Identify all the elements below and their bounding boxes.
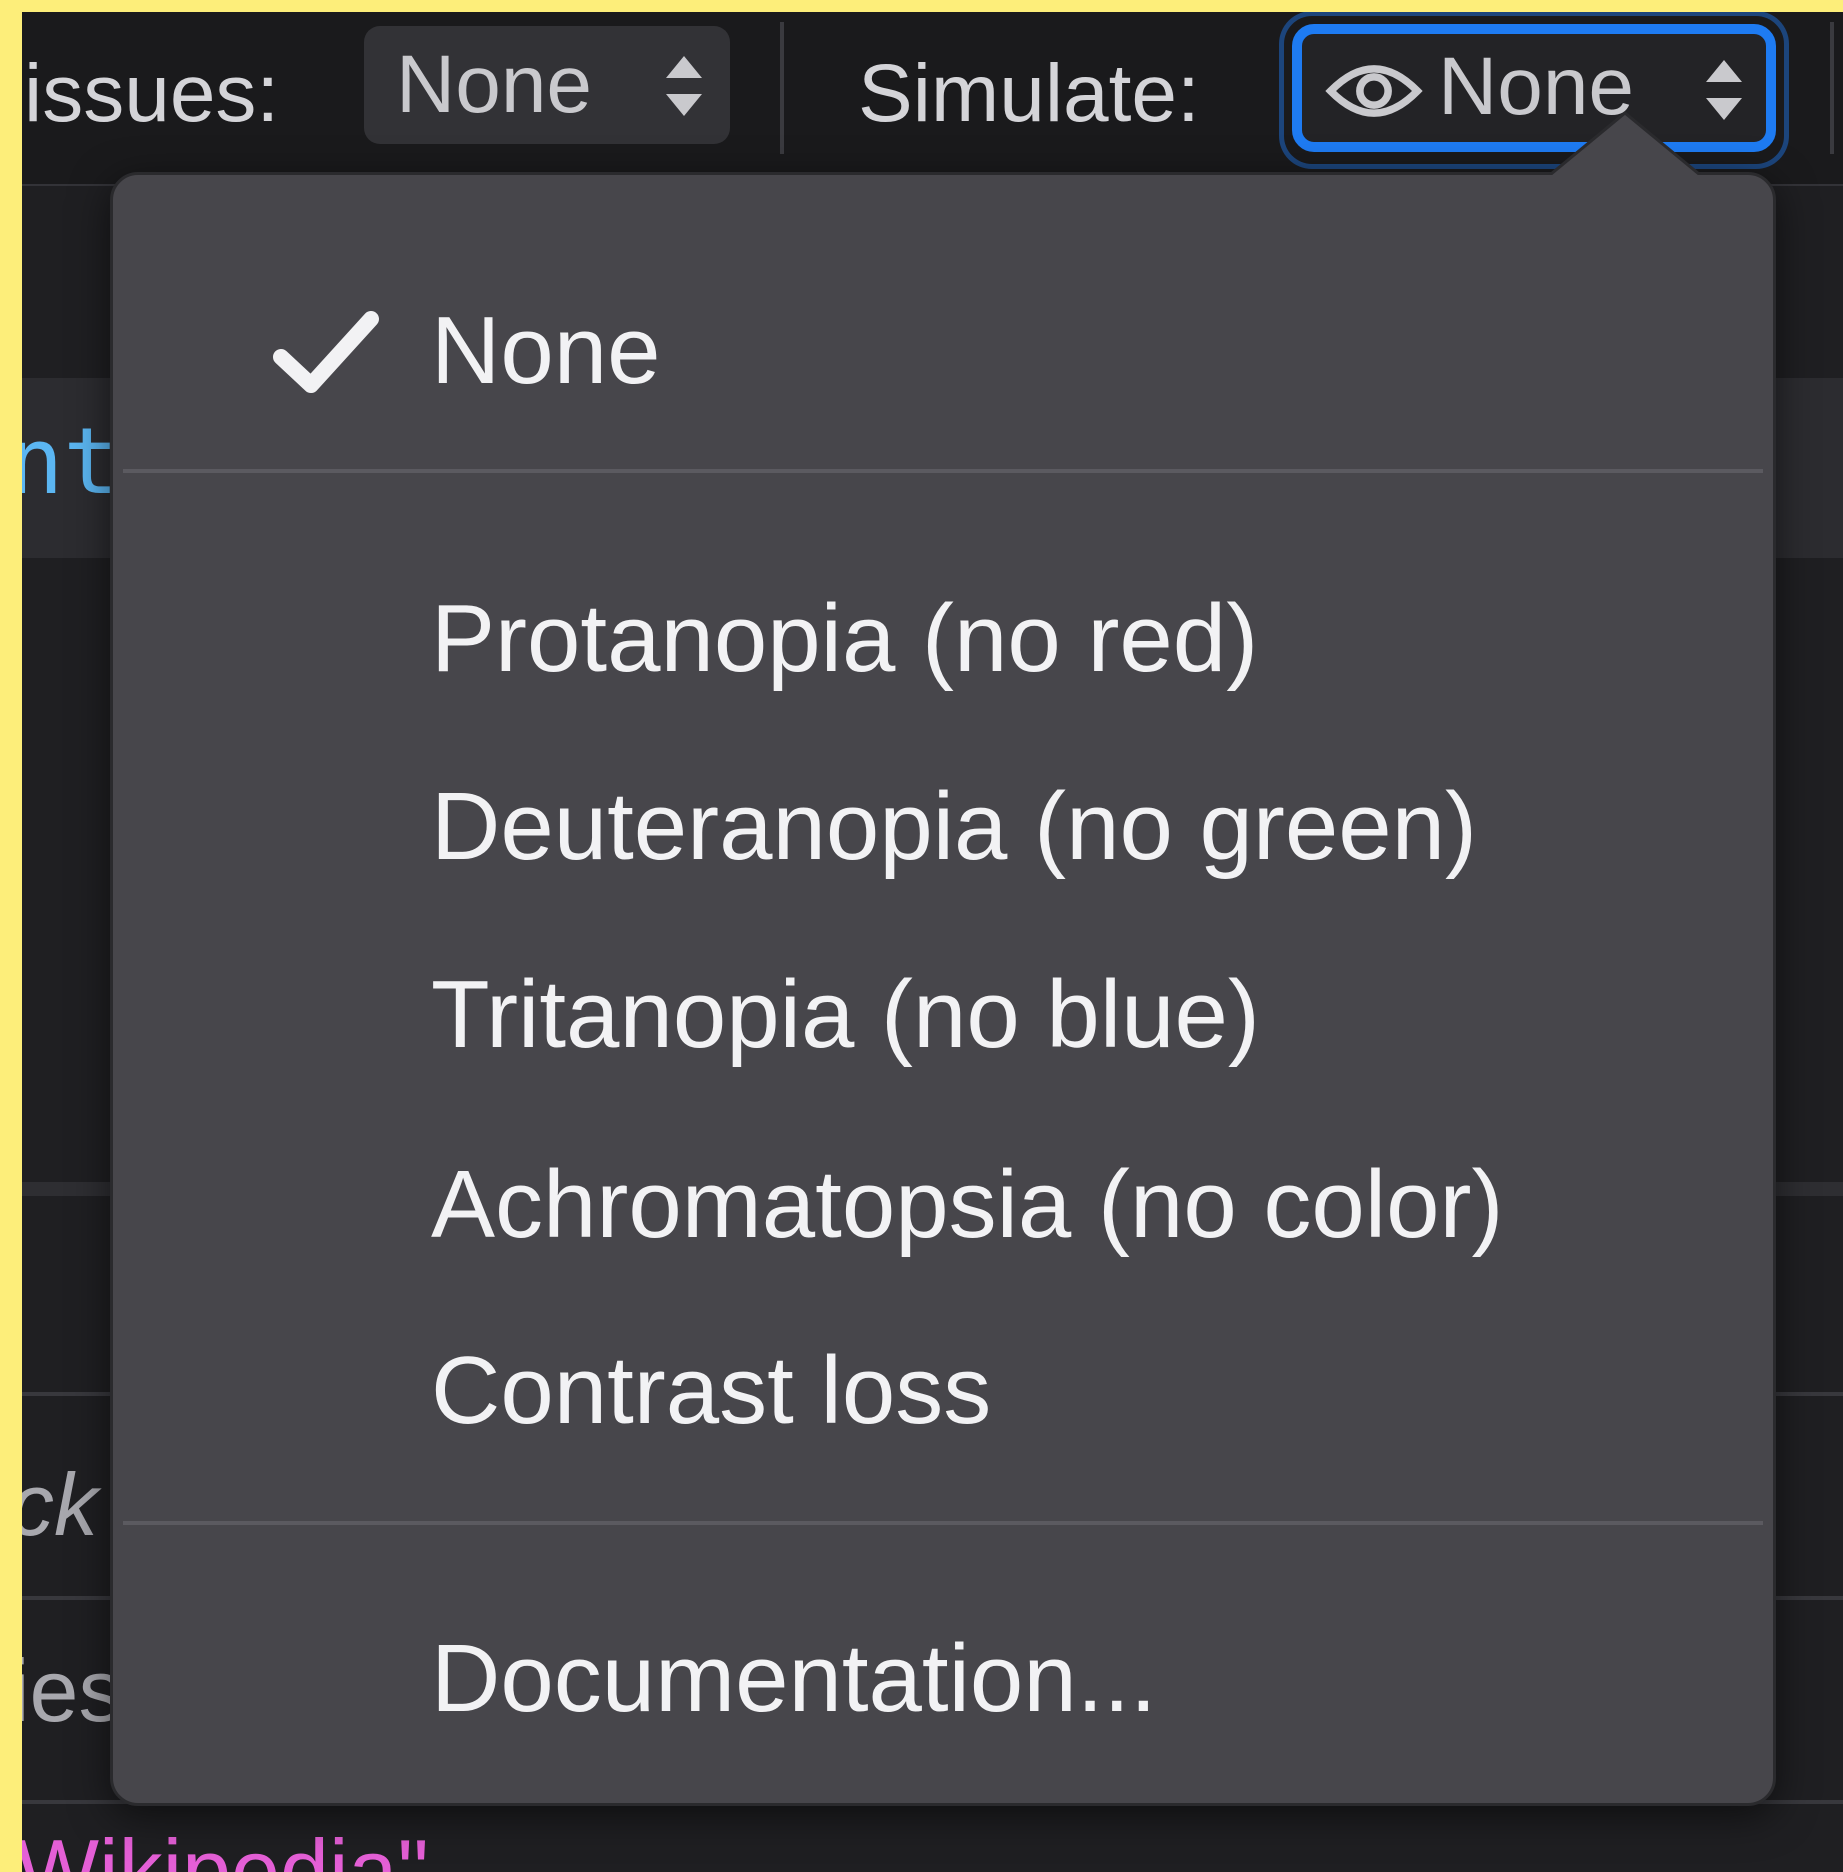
- toolbar-divider: [780, 22, 784, 154]
- menu-item-tritanopia[interactable]: Tritanopia (no blue): [113, 935, 1773, 1095]
- devtools-panel: nt ck ies Wikipedia" issues: None Simula…: [22, 12, 1843, 1872]
- menu-separator: [123, 1521, 1763, 1525]
- row-fragment: ck: [22, 1455, 98, 1554]
- menu-separator: [123, 469, 1763, 473]
- menu-item-label: Deuteranopia (no green): [431, 773, 1478, 880]
- simulate-label: Simulate:: [858, 48, 1200, 139]
- menu-item-label: Tritanopia (no blue): [431, 961, 1260, 1068]
- menu-item-documentation[interactable]: Documentation...: [113, 1599, 1773, 1759]
- menu-item-protanopia[interactable]: Protanopia (no red): [113, 559, 1773, 719]
- issues-select[interactable]: None: [364, 26, 730, 144]
- issues-label: issues:: [24, 48, 280, 139]
- toolbar-divider: [1830, 22, 1834, 154]
- row-fragment: Wikipedia": [22, 1821, 429, 1872]
- menu-item-label: Achromatopsia (no color): [431, 1151, 1504, 1258]
- popover-arrow: [1545, 111, 1705, 179]
- menu-item-label: None: [431, 297, 661, 404]
- menu-item-label: Documentation...: [431, 1625, 1157, 1732]
- updown-chevron-icon: [666, 56, 702, 116]
- table-row: Wikipedia": [22, 1804, 1843, 1872]
- menu-item-deuteranopia[interactable]: Deuteranopia (no green): [113, 747, 1773, 907]
- row-fragment: ies: [22, 1641, 123, 1740]
- menu-item-label: Protanopia (no red): [431, 585, 1259, 692]
- menu-item-contrast-loss[interactable]: Contrast loss: [113, 1311, 1773, 1471]
- simulate-menu: None Protanopia (no red) Deuteranopia (n…: [110, 111, 1776, 1806]
- eye-icon: [1325, 65, 1423, 117]
- updown-chevron-icon: [1706, 60, 1742, 120]
- code-fragment: nt: [22, 408, 119, 515]
- menu-item-label: Contrast loss: [431, 1337, 992, 1444]
- checkmark-icon: [273, 311, 379, 393]
- menu-item-none[interactable]: None: [113, 281, 1773, 421]
- menu-item-achromatopsia[interactable]: Achromatopsia (no color): [113, 1125, 1773, 1285]
- issues-select-value: None: [396, 39, 593, 130]
